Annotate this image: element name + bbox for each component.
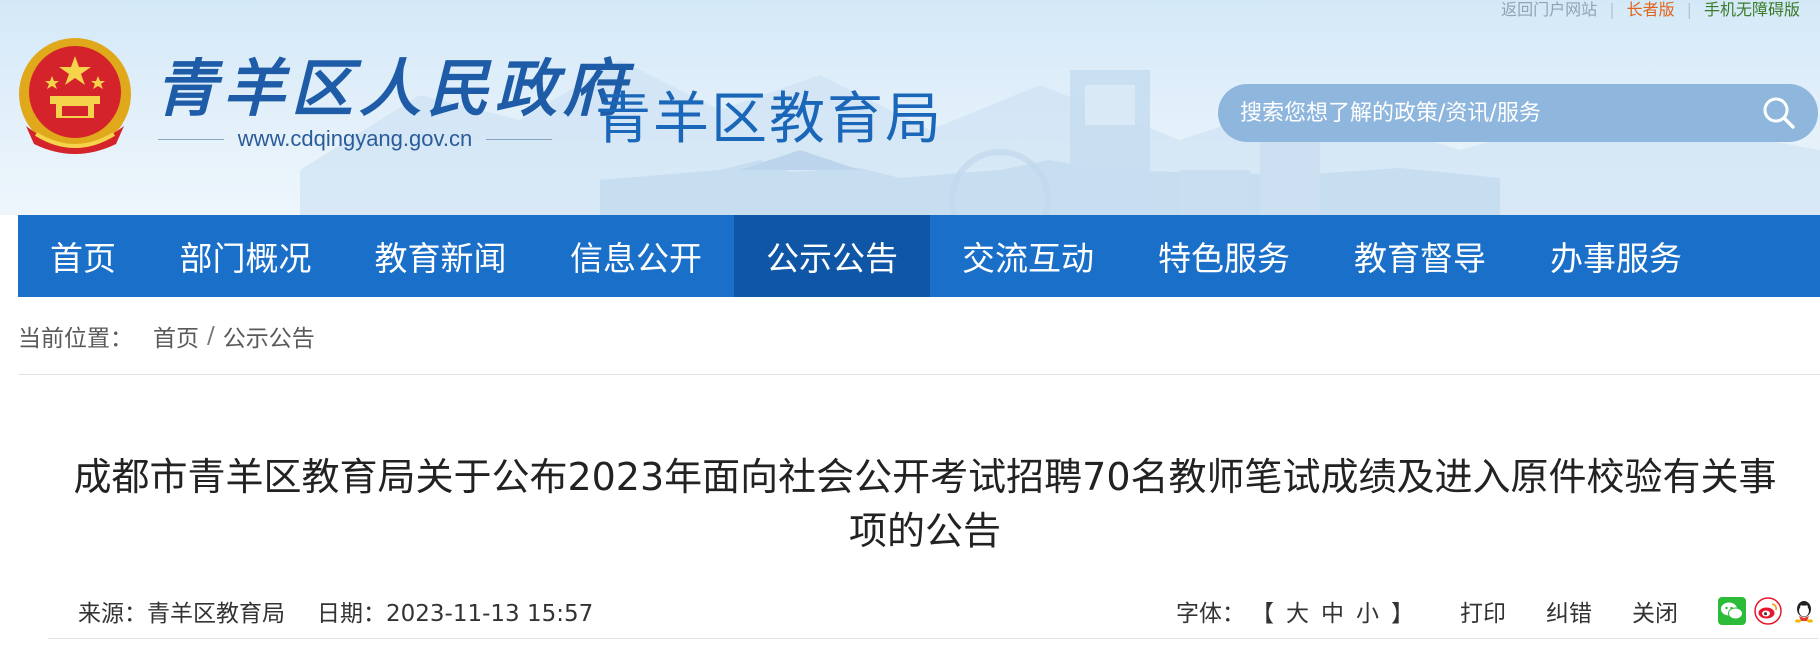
government-url: www.cdqingyang.gov.cn [237,126,473,151]
nav-item-special-services[interactable]: 特色服务 [1126,215,1322,297]
article-meta: 来源：青羊区教育局 日期：2023-11-13 15:57 字体： 【 大 中 … [48,593,1818,629]
divider [48,638,1818,639]
date-label: 日期： [317,601,386,627]
national-emblem-icon [19,38,131,154]
divider [18,374,1820,375]
government-url-row: www.cdqingyang.gov.cn [158,124,552,154]
nav-item-department-overview[interactable]: 部门概况 [148,215,343,297]
article-title: 成都市青羊区教育局关于公布2023年面向社会公开考试招聘70名教师笔试成绩及进入… [30,450,1820,558]
nav-item-services[interactable]: 办事服务 [1518,215,1714,297]
article-title-line-2: 项的公告 [848,509,1001,553]
mobile-accessible-link[interactable]: 手机无障碍版 [1692,1,1812,19]
source-label: 来源： [78,601,147,627]
nav-item-interaction[interactable]: 交流互动 [930,215,1126,297]
share-buttons [1718,597,1818,625]
bureau-name: 青羊区教育局 [595,87,943,152]
date-info: 日期：2023-11-13 15:57 [317,594,593,628]
article-title-line-1: 成都市青羊区教育局关于公布2023年面向社会公开考试招聘70名教师笔试成绩及进入… [73,455,1777,499]
bracket-open: 【 [1251,601,1274,627]
decorative-line [158,138,224,140]
breadcrumb-separator: / [207,323,215,349]
close-button[interactable]: 关闭 [1632,594,1678,628]
top-links: 返回门户网站 | 长者版 | 手机无障碍版 [1489,0,1812,20]
search-bar [1218,84,1818,142]
nav-item-announcements[interactable]: 公示公告 [734,215,930,297]
font-medium-button[interactable]: 中 [1321,594,1344,628]
qq-icon[interactable] [1790,597,1818,625]
nav-item-home[interactable]: 首页 [18,215,148,297]
print-button[interactable]: 打印 [1460,594,1506,628]
report-error-button[interactable]: 纠错 [1546,594,1592,628]
search-icon[interactable] [1762,96,1796,130]
main-nav: 首页 部门概况 教育新闻 信息公开 公示公告 交流互动 特色服务 教育督导 办事… [18,215,1820,297]
breadcrumb-prefix: 当前位置： [18,326,133,352]
site-header: 返回门户网站 | 长者版 | 手机无障碍版 青羊区人民政府 www.cdqing… [0,0,1820,215]
breadcrumb-home-link[interactable]: 首页 [153,319,199,353]
breadcrumb: 当前位置： 首页 / 公示公告 [18,318,315,354]
weibo-icon[interactable] [1754,597,1782,625]
breadcrumb-announcements-link[interactable]: 公示公告 [223,319,315,353]
font-size-label: 字体： [1176,601,1245,627]
elder-version-link[interactable]: 长者版 [1615,1,1687,19]
font-small-button[interactable]: 小 [1356,594,1379,628]
nav-item-information-disclosure[interactable]: 信息公开 [538,215,734,297]
nav-item-education-supervision[interactable]: 教育督导 [1322,215,1518,297]
source-value: 青羊区教育局 [147,601,285,627]
wechat-icon[interactable] [1718,597,1746,625]
bracket-close: 】 [1391,601,1414,627]
government-name: 青羊区人民政府 [155,52,632,125]
search-input[interactable] [1240,100,1754,126]
font-large-button[interactable]: 大 [1286,594,1309,628]
date-value: 2023-11-13 15:57 [386,601,594,627]
nav-item-education-news[interactable]: 教育新闻 [343,215,538,297]
font-size-control: 字体： 【 大 中 小 】 [1176,594,1420,628]
portal-link[interactable]: 返回门户网站 [1489,1,1609,19]
decorative-line [486,138,552,140]
source-info: 来源：青羊区教育局 [78,594,285,628]
